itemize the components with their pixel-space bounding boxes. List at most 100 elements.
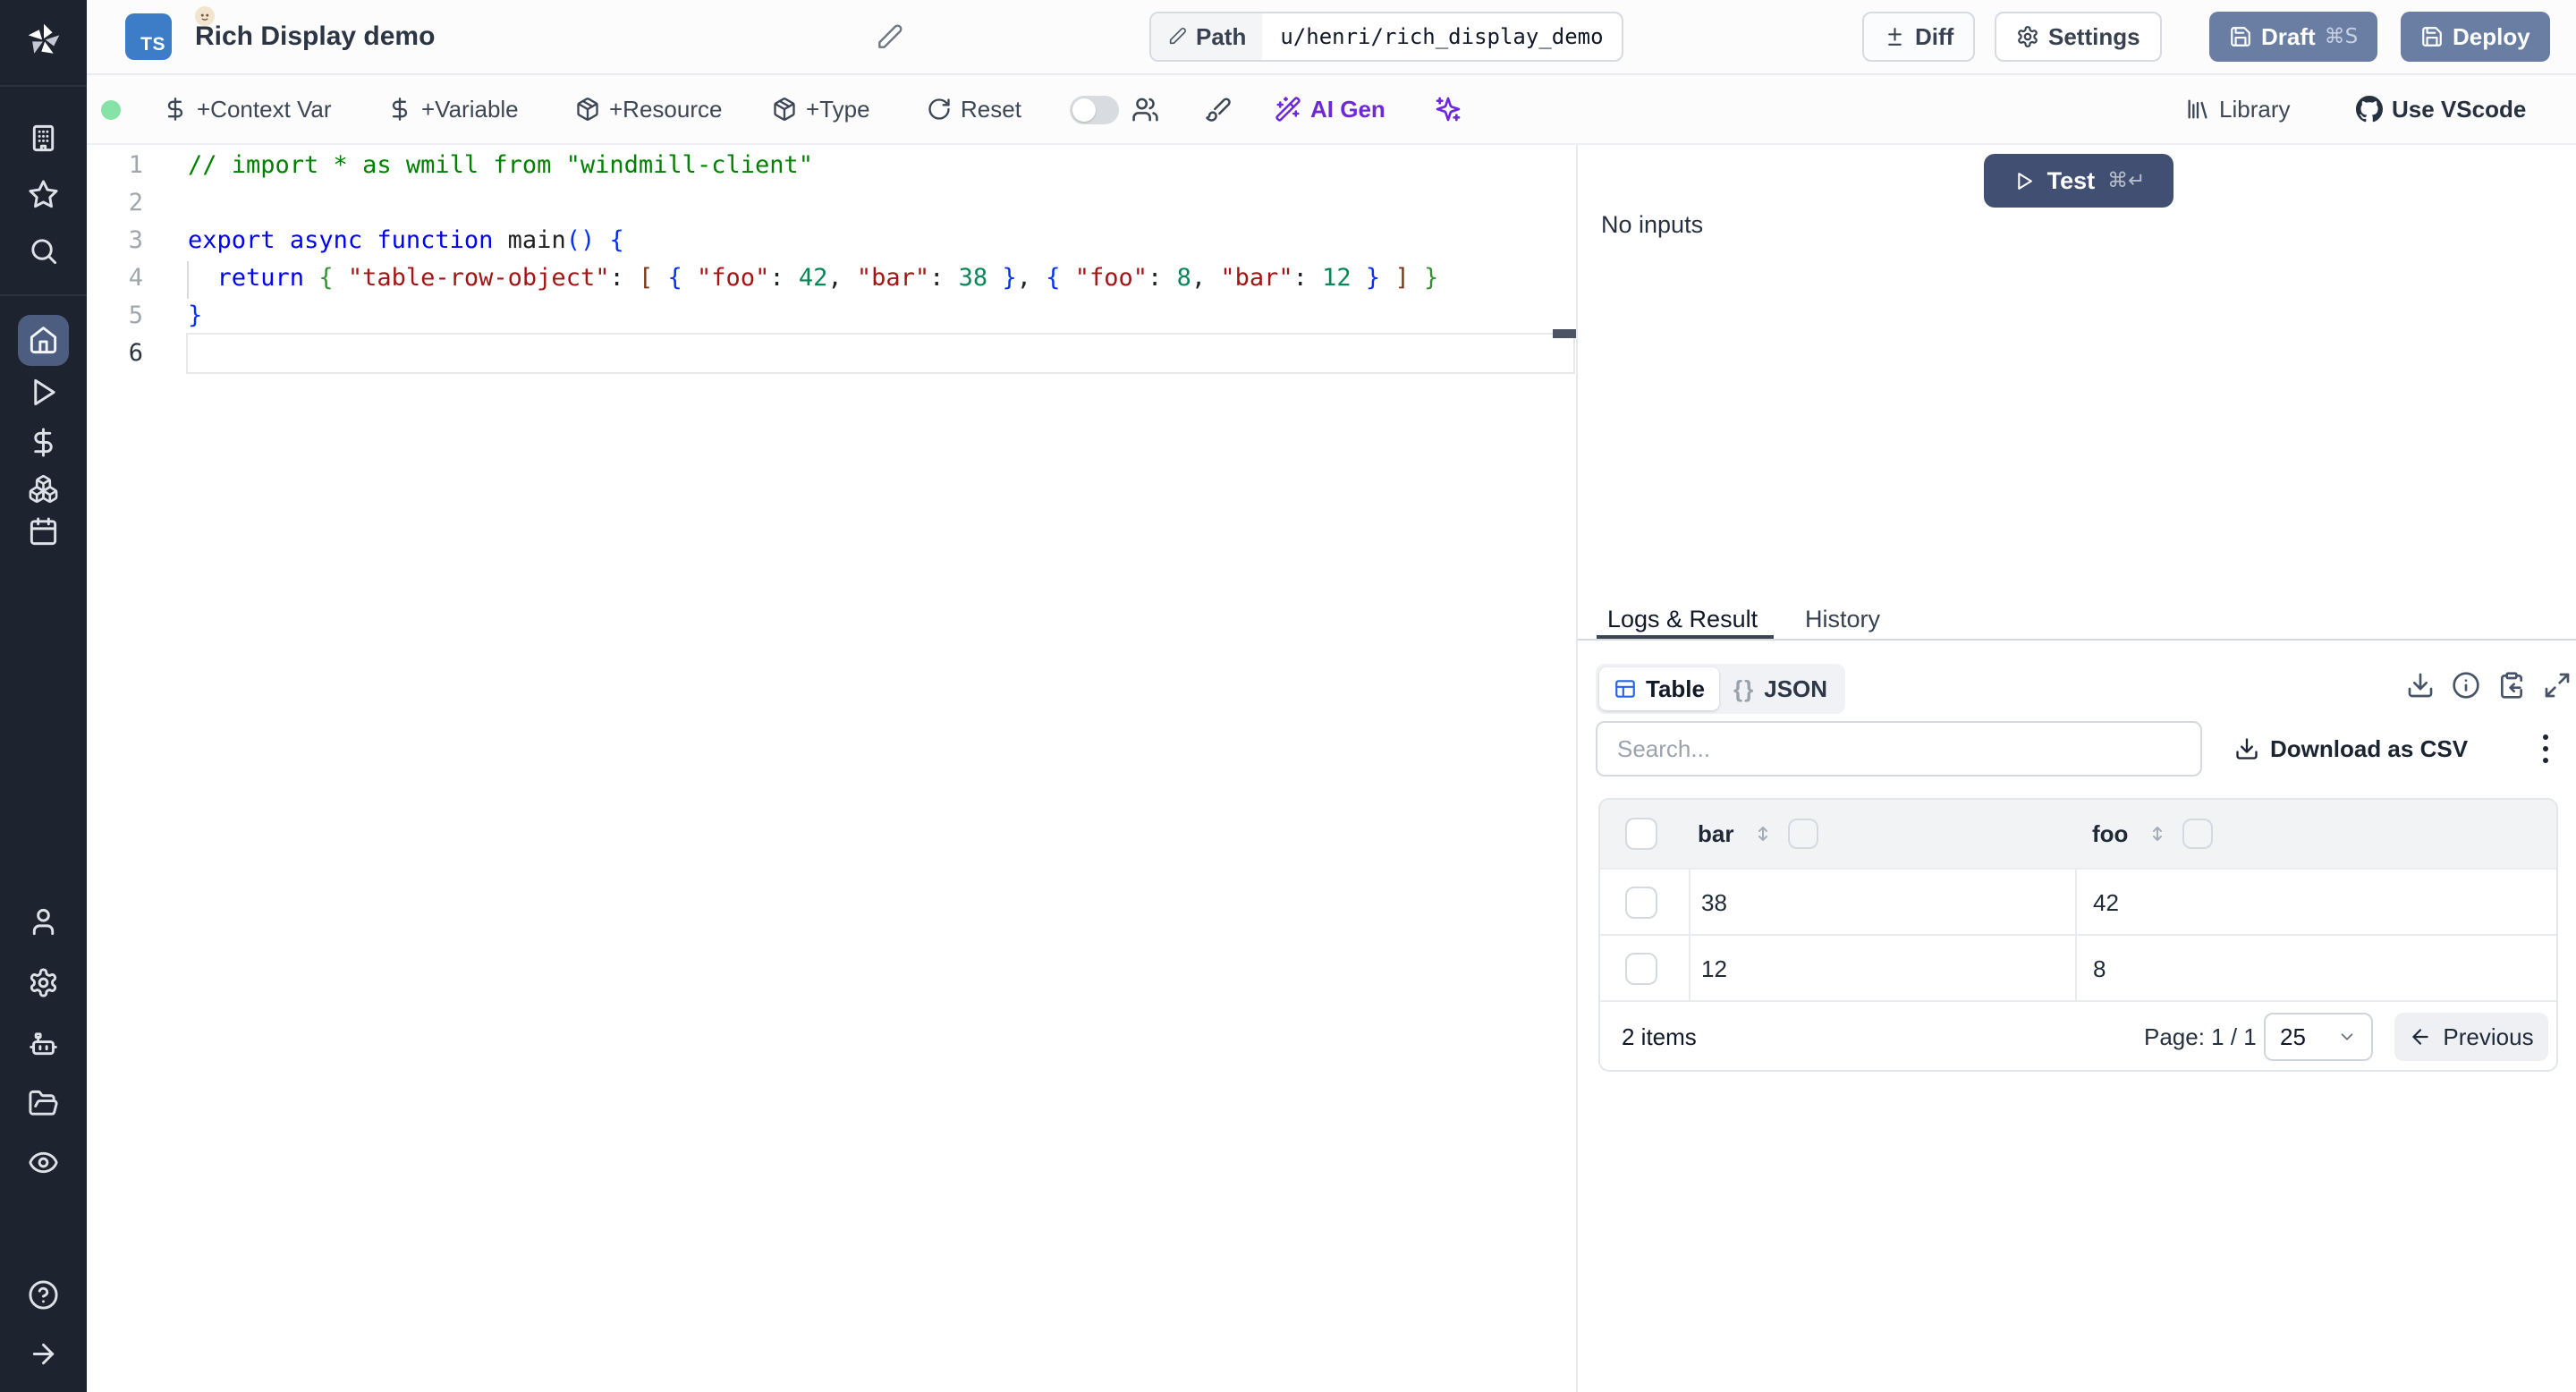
diff-button[interactable]: Diff [1862, 12, 1976, 62]
script-path-value[interactable]: u/henri/rich_display_demo [1262, 13, 1621, 60]
sidebar-item-folders[interactable] [28, 1088, 59, 1119]
sort-foo-button[interactable] [2147, 823, 2168, 845]
add-resource-button[interactable]: +Resource [575, 75, 722, 143]
table-row[interactable]: 38 42 [1600, 868, 2556, 934]
sidebar-item-resources[interactable] [28, 473, 59, 505]
scrollbar-cursor-marker[interactable] [1553, 329, 1576, 338]
view-json-option[interactable]: {} JSON [1719, 667, 1842, 710]
previous-page-button[interactable]: Previous [2394, 1013, 2548, 1061]
clipboard-copy-icon [2501, 672, 2522, 699]
use-vscode-button[interactable]: Use VScode [2356, 75, 2526, 143]
ai-gen-button[interactable]: AI Gen [1275, 75, 1385, 143]
maximize-icon [2545, 673, 2570, 698]
line-number: 4 [128, 264, 143, 292]
expand-result-button[interactable] [2543, 671, 2572, 700]
select-all-checkbox[interactable] [1625, 818, 1657, 850]
sidebar-item-variables[interactable] [28, 427, 59, 458]
sidebar-item-home[interactable] [18, 315, 69, 366]
draft-button[interactable]: Draft ⌘S [2209, 12, 2378, 62]
code-line[interactable]: export async function main() { [188, 222, 1573, 259]
code-line[interactable]: // import * as wmill from "windmill-clie… [188, 147, 1573, 184]
column-toggle-bar-checkbox[interactable] [1788, 819, 1818, 849]
help-icon [29, 1280, 58, 1310]
column-toggle-foo-checkbox[interactable] [2182, 819, 2213, 849]
sort-icon [1758, 827, 1767, 841]
ai-sparkles-button[interactable] [1434, 75, 1462, 143]
row-checkbox[interactable] [1625, 887, 1657, 919]
format-code-button[interactable] [1205, 75, 1232, 143]
sort-bar-button[interactable] [1752, 823, 1774, 845]
download-result-button[interactable] [2406, 671, 2435, 700]
sidebar-item-audit[interactable] [28, 1147, 59, 1178]
code-editor[interactable]: 1 2 3 4 5 6 // import * as wmill from "windmi… [87, 145, 1576, 1392]
sidebar-expand-button[interactable] [28, 1338, 59, 1370]
diff-mode-toggle[interactable] [1070, 96, 1119, 124]
download-icon [2236, 738, 2258, 760]
robot-icon [30, 1032, 57, 1056]
table-body: 38 42 12 8 [1600, 868, 2556, 1000]
magic-wand-icon [1275, 97, 1301, 122]
tab-history[interactable]: History [1805, 601, 1880, 637]
tab-logs-result[interactable]: Logs & Result [1607, 601, 1758, 637]
code-line[interactable]: return { "table-row-object": [ { "foo": … [188, 259, 1573, 297]
windmill-logo[interactable] [23, 20, 64, 61]
users-icon [1132, 98, 1158, 121]
page-size-select[interactable]: 25 [2264, 1013, 2373, 1061]
braces-icon: {} [1733, 675, 1756, 702]
sidebar-item-settings[interactable] [28, 967, 59, 998]
result-view-toggle: Table {} JSON [1596, 664, 1846, 714]
test-shortcut: ⌘↵ [2107, 169, 2146, 192]
diff-icon [1888, 27, 1902, 46]
package-icon [774, 98, 795, 121]
multiplayer-button[interactable] [1131, 75, 1159, 143]
sidebar-item-workers[interactable] [28, 1029, 59, 1060]
table-header: bar foo [1600, 800, 2556, 868]
sidebar-item-schedules[interactable] [28, 516, 59, 547]
search-icon[interactable] [28, 235, 59, 267]
sidebar-divider [0, 85, 87, 87]
sidebar-item-runs[interactable] [28, 377, 59, 408]
code-line[interactable] [186, 333, 1575, 374]
search-input[interactable] [1597, 723, 2200, 775]
edit-path-button[interactable]: Path [1151, 13, 1263, 60]
edit-summary-button[interactable] [875, 23, 903, 52]
code-line[interactable] [188, 184, 1573, 222]
column-header-bar[interactable]: bar [1698, 800, 1733, 868]
dollar-icon [34, 428, 53, 457]
column-header-foo[interactable]: foo [2092, 800, 2128, 868]
add-variable-button[interactable]: +Variable [387, 75, 519, 143]
table-menu-button[interactable] [2529, 728, 2562, 769]
line-number: 1 [128, 151, 143, 179]
copy-result-button[interactable] [2497, 671, 2526, 700]
download-csv-button[interactable]: Download as CSV [2234, 726, 2468, 771]
toggle-knob [1072, 98, 1096, 122]
pencil-icon [878, 24, 902, 48]
sidebar-item-help[interactable] [28, 1279, 59, 1311]
favorites-star-icon[interactable] [28, 179, 59, 210]
table-footer: 2 items Page: 1 / 1 25 Previous [1600, 1000, 2556, 1070]
info-button[interactable] [2452, 671, 2480, 700]
panel-splitter[interactable] [1576, 145, 1578, 1392]
view-table-option[interactable]: Table [1599, 667, 1719, 710]
gear-icon [30, 968, 57, 997]
github-icon [2356, 96, 2383, 123]
settings-button[interactable]: Settings [1995, 12, 2162, 62]
row-checkbox[interactable] [1625, 953, 1657, 985]
workspace-building-icon[interactable] [28, 123, 59, 154]
test-button[interactable]: Test ⌘↵ [1984, 154, 2174, 208]
library-button[interactable]: Library [2185, 75, 2290, 143]
table-icon [1615, 680, 1635, 698]
status-dot [101, 100, 121, 120]
sidebar-item-user[interactable] [28, 906, 59, 938]
deploy-button[interactable]: Deploy [2401, 12, 2550, 62]
user-icon [32, 908, 55, 936]
add-type-button[interactable]: +Type [772, 75, 870, 143]
indent-guide [187, 261, 189, 299]
pencil-icon [1169, 28, 1186, 45]
table-row[interactable]: 12 8 [1600, 934, 2556, 1000]
code-line[interactable]: } [188, 297, 1573, 335]
no-inputs-label: No inputs [1601, 211, 1704, 238]
reset-button[interactable]: Reset [927, 75, 1021, 143]
add-context-var-button[interactable]: +Context Var [163, 75, 332, 143]
typescript-label: TS [140, 34, 165, 55]
